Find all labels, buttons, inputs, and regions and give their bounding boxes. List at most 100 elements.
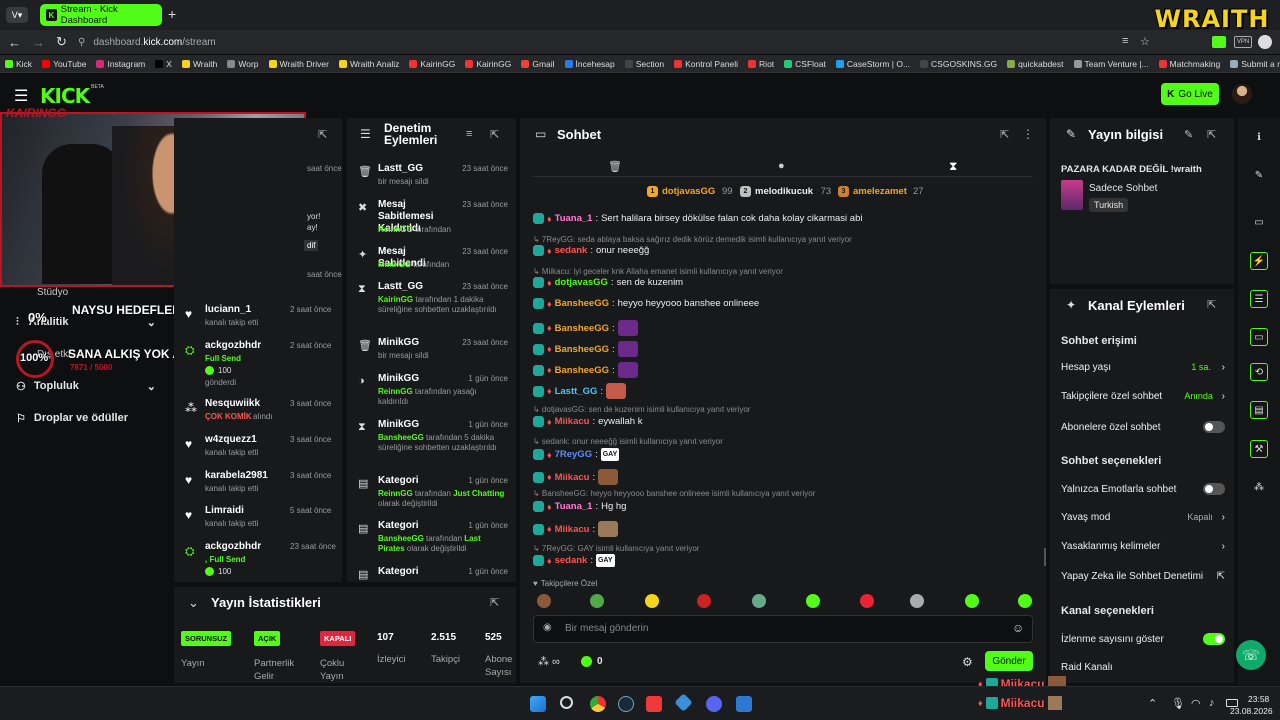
profile-icon[interactable] [1258,35,1272,49]
help-fab[interactable]: ☏ [1236,640,1266,670]
bookmark-item[interactable]: X [150,59,177,69]
bookmark-item[interactable]: Riot [743,59,779,69]
subs-chat-setting[interactable]: Abonelere özel sohbet [1061,421,1225,433]
chat-filter-icon[interactable]: ● [778,160,785,172]
windows-start-icon[interactable] [530,696,546,712]
show-viewers-toggle[interactable] [1203,633,1225,645]
raid-channel-setting[interactable]: Raid Kanalı [1061,662,1225,673]
chat-username[interactable]: Tuana_1 [555,501,593,512]
stats-expand-icon[interactable]: ⌄ [188,595,199,611]
edit-icon[interactable]: ✎ [1250,166,1268,184]
emote-picker-item[interactable] [752,594,766,608]
info-icon[interactable]: ℹ [1250,128,1268,146]
volume-icon[interactable]: ♪ [1209,697,1215,709]
list-icon[interactable]: ☰ [1250,290,1268,308]
emote-only-setting[interactable]: Yalnızca Emotlarla sohbet [1061,483,1225,495]
bookmark-item[interactable]: Team Venture |... [1069,59,1154,69]
chat-icon[interactable]: ▭ [1250,328,1268,346]
bookmark-item[interactable]: Submit a reque... [1225,59,1280,69]
mic-icon[interactable]: 🎙 [1171,697,1185,710]
user-avatar[interactable] [1232,84,1252,104]
emote-picker-item[interactable] [806,594,820,608]
bookmark-item[interactable]: YouTube [37,59,91,69]
bookmark-item[interactable]: Wraith Driver [264,59,334,69]
followers-chat-setting[interactable]: Takipçilere özel sohbet Anında › [1061,391,1225,402]
clock-date[interactable]: 23.08.2026 [1230,706,1273,716]
account-age-setting[interactable]: Hesap yaşı 1 sa. › [1061,362,1225,373]
emote-picker-item[interactable] [965,594,979,608]
url-field[interactable]: ⚲ dashboard. kick.com/stream [78,34,1128,50]
bookmark-item[interactable]: KairinGG [460,59,516,69]
bookmark-item[interactable]: CSGOSKINS.GG [915,59,1002,69]
bookmark-item[interactable]: Kick [0,59,37,69]
media-icon[interactable]: ▭ [1250,213,1268,231]
vpn-icon[interactable]: VPN [1234,36,1252,48]
chat-username[interactable]: 7ReyGG [555,449,593,460]
chat-username[interactable]: sedank [555,555,588,566]
edit-icon[interactable]: ✎ [1184,128,1193,141]
hourglass-icon[interactable]: ⧗ [949,159,957,174]
chat-username[interactable]: Miikacu [555,472,590,483]
kick-logo[interactable]: KICK BETA [40,84,104,108]
bookmark-item[interactable]: Kontrol Paneli [669,59,743,69]
community-icon[interactable]: ⁂ [1250,478,1268,496]
chat-scrollbar[interactable] [1044,548,1046,566]
bookmark-item[interactable]: Wraith Analiz [334,59,404,69]
moderation-popout-icon[interactable]: ⇱ [490,128,499,141]
chat-popout-icon[interactable]: ⇱ [1000,128,1009,141]
emote-picker-item[interactable] [537,594,551,608]
extensions-icon[interactable] [1212,36,1226,48]
subs-chat-toggle[interactable] [1203,421,1225,433]
sidebar-item-community[interactable]: ⚇ Topluluk ⌄ [16,380,156,393]
bookmark-item[interactable]: Matchmaking [1154,59,1226,69]
bookmark-item[interactable]: KairinGG [404,59,460,69]
chat-settings-icon[interactable]: ⚙ [962,655,973,669]
browser-tab[interactable]: K Stream - Kick Dashboard [40,4,162,26]
chat-username[interactable]: dotjavasGG [555,277,608,288]
chat-username[interactable]: sedank [555,245,588,256]
reader-icon[interactable]: ≡ [1122,35,1128,47]
emote-picker-item[interactable] [860,594,874,608]
show-viewers-setting[interactable]: İzlenme sayısını göster [1061,633,1225,645]
sidebar-item-studio[interactable]: Stüdyo [37,287,68,298]
wifi-icon[interactable]: ◠ [1191,697,1201,710]
chat-username[interactable]: BansheeGG [555,365,609,376]
panels-icon[interactable]: ▤ [1250,401,1268,419]
reload-icon[interactable]: ↻ [56,34,67,50]
bookmark-item[interactable]: Section [620,59,669,69]
emote-picker-item[interactable] [910,594,924,608]
forward-icon[interactable]: → [32,35,45,50]
bookmark-item[interactable]: İncehesap [560,59,620,69]
chat-username[interactable]: BansheeGG [555,323,609,334]
chat-username[interactable]: Miikacu [555,416,590,427]
emoji-icon[interactable]: ☺ [1012,621,1024,635]
tools-icon[interactable]: ⚒ [1250,440,1268,458]
bookmark-item[interactable]: Gmail [516,59,559,69]
bookmark-item[interactable]: quickabdest [1002,59,1068,69]
lightning-icon[interactable]: ⚡ [1250,252,1268,270]
chat-more-icon[interactable]: ⋮ [1022,127,1034,141]
app-window-icon[interactable] [736,696,752,712]
emote-picker-item[interactable] [697,594,711,608]
trash-icon[interactable]: 🗑 [608,160,622,173]
bookmark-item[interactable]: CaseStorm | O... [831,59,915,69]
stats-popout-icon[interactable]: ⇱ [490,596,499,609]
chat-username[interactable]: Miikacu [555,524,590,535]
chrome-icon[interactable] [590,696,606,712]
filter-icon[interactable]: ≡ [466,128,472,140]
chat-username[interactable]: Lastt_GG [555,386,598,397]
tray-chevron-icon[interactable]: ⌃ [1148,697,1157,710]
emote-picker-item[interactable] [1018,594,1032,608]
vivaldi-icon[interactable] [646,696,662,712]
leader-name[interactable]: dotjavasGG [662,186,715,197]
ai-moderation-setting[interactable]: Yapay Zeka ile Sohbet Denetimi ⇱ [1061,571,1225,582]
chat-username[interactable]: BansheeGG [555,298,609,309]
send-button[interactable]: Gönder [985,651,1033,671]
clock-time[interactable]: 23:58 [1248,694,1269,704]
vivaldi-menu-icon[interactable]: V▾ [6,7,28,23]
stream-info-popout-icon[interactable]: ⇱ [1207,128,1216,141]
discord-icon[interactable] [706,696,722,712]
steam-icon[interactable] [618,696,634,712]
menu-icon[interactable]: ☰ [14,86,28,106]
activity-popout-icon[interactable]: ⇱ [318,128,327,141]
